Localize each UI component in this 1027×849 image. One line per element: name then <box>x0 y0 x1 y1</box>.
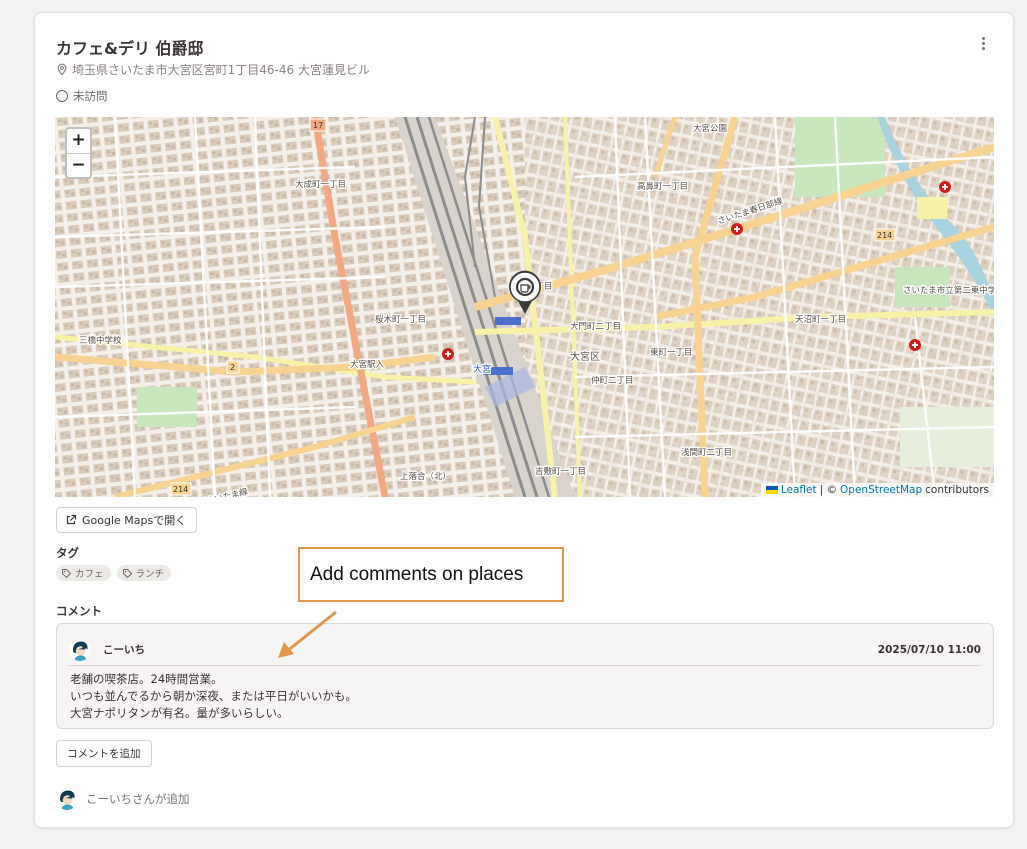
avatar <box>69 638 91 661</box>
route-shield-17: 17 <box>313 121 323 130</box>
map-attribution: Leaflet | © OpenStreetMap contributors <box>760 483 994 497</box>
route-shield-214-west: 214 <box>173 485 188 494</box>
address-text: 埼玉県さいたま市大宮区宮町1丁目46-46 大宮蓮見ビル <box>72 63 370 77</box>
tag-list: カフェ ランチ <box>56 565 172 581</box>
added-by-footer: こーいちさんが追加 <box>56 788 190 810</box>
route-shield-2: 2 <box>230 363 235 372</box>
hospital-icon <box>731 223 743 235</box>
zoom-control: + − <box>65 127 92 179</box>
map-label: さいたま市立第二東中学校 <box>903 285 994 296</box>
map-label: 桜木町一丁目 <box>375 314 426 325</box>
circle-outline-icon <box>56 90 68 102</box>
leaflet-link[interactable]: Leaflet <box>781 484 817 496</box>
map-label: 浅間町二丁目 <box>681 447 732 458</box>
map-label: 大宮駅入 <box>350 359 385 370</box>
more-vertical-icon <box>981 36 985 40</box>
comment-line: 大宮ナポリタンが有名。量が多いらしい。 <box>70 706 289 720</box>
attribution-separator: | © <box>819 484 838 496</box>
comment-card: こーいち 2025/07/10 11:00 老舗の喫茶店。24時間営業。 いつも… <box>56 623 994 729</box>
zoom-out-button[interactable]: − <box>67 153 90 177</box>
tag-icon <box>122 568 132 578</box>
comment-header: こーいち 2025/07/10 11:00 <box>69 634 981 666</box>
map-label: 上落合（北） <box>400 471 451 482</box>
map-label: 高鼻町一丁目 <box>637 181 688 192</box>
hospital-icon <box>939 181 951 193</box>
map-label: 吉敷町一丁目 <box>535 466 586 477</box>
add-comment-button[interactable]: コメントを追加 <box>56 740 152 767</box>
tags-heading: タグ <box>56 546 79 560</box>
tag-icon <box>62 568 72 578</box>
comment-line: いつも並んでるから朝か深夜、または平日がいいかも。 <box>70 689 357 703</box>
place-address: 埼玉県さいたま市大宮区宮町1丁目46-46 大宮蓮見ビル <box>56 61 370 78</box>
ukraine-flag-icon <box>765 486 778 494</box>
map-label: 大成町一丁目 <box>295 179 346 190</box>
comment-author: こーいち <box>103 644 145 656</box>
place-detail-card: カフェ&デリ 伯爵邸 埼玉県さいたま市大宮区宮町1丁目46-46 大宮蓮見ビル … <box>34 12 1014 828</box>
visit-status-label: 未訪問 <box>73 89 108 103</box>
map-label: 大門町二丁目 <box>570 321 621 332</box>
comment-body: 老舗の喫茶店。24時間営業。 いつも並んでるから朝か深夜、または平日がいいかも。… <box>70 671 357 722</box>
zoom-in-button[interactable]: + <box>67 129 90 153</box>
map-label: 三橋中学校 <box>79 335 122 346</box>
open-google-maps-button[interactable]: Google Mapsで開く <box>56 507 198 533</box>
map-pin-icon <box>57 63 67 76</box>
place-title: カフェ&デリ 伯爵邸 <box>56 39 204 58</box>
hospital-icon <box>442 348 454 360</box>
added-by-text: こーいちさんが追加 <box>86 792 190 806</box>
comments-heading: コメント <box>56 604 102 618</box>
comment-date: 2025/07/10 11:00 <box>877 643 981 656</box>
external-link-icon <box>66 514 77 525</box>
map-view[interactable]: 17 214 214 2 大宮公園 大宮区 大宮駅入 さいたま市立第二東中学校 … <box>55 117 994 497</box>
osm-link[interactable]: OpenStreetMap <box>840 484 922 496</box>
comment-line: 老舗の喫茶店。24時間営業。 <box>70 672 223 686</box>
avatar <box>56 788 78 810</box>
map-pin-marker[interactable] <box>507 269 543 315</box>
hospital-icon <box>909 339 921 351</box>
annotation-arrow-icon <box>278 610 337 658</box>
attribution-suffix: contributors <box>925 484 989 496</box>
map-label: 東町一丁目 <box>650 347 693 358</box>
tag-chip[interactable]: カフェ <box>56 565 111 581</box>
tag-chip[interactable]: ランチ <box>116 565 172 581</box>
map-label: 仲町二丁目 <box>591 375 634 386</box>
visit-status-toggle[interactable]: 未訪問 <box>56 88 108 104</box>
dot <box>981 41 985 45</box>
tag-label: カフェ <box>75 569 104 580</box>
map-label: 大宮区 <box>570 350 600 363</box>
more-options-button[interactable] <box>975 33 991 53</box>
map-label: 天沼町一丁目 <box>795 315 846 325</box>
map-label: 大宮 <box>473 363 491 375</box>
google-maps-label: Google Mapsで開く <box>82 514 187 527</box>
tag-label: ランチ <box>135 569 165 580</box>
route-shield-214-east: 214 <box>877 231 892 240</box>
dot <box>981 46 985 50</box>
annotation-callout: Add comments on places <box>298 547 564 602</box>
map-label: 大宮公園 <box>693 123 727 134</box>
